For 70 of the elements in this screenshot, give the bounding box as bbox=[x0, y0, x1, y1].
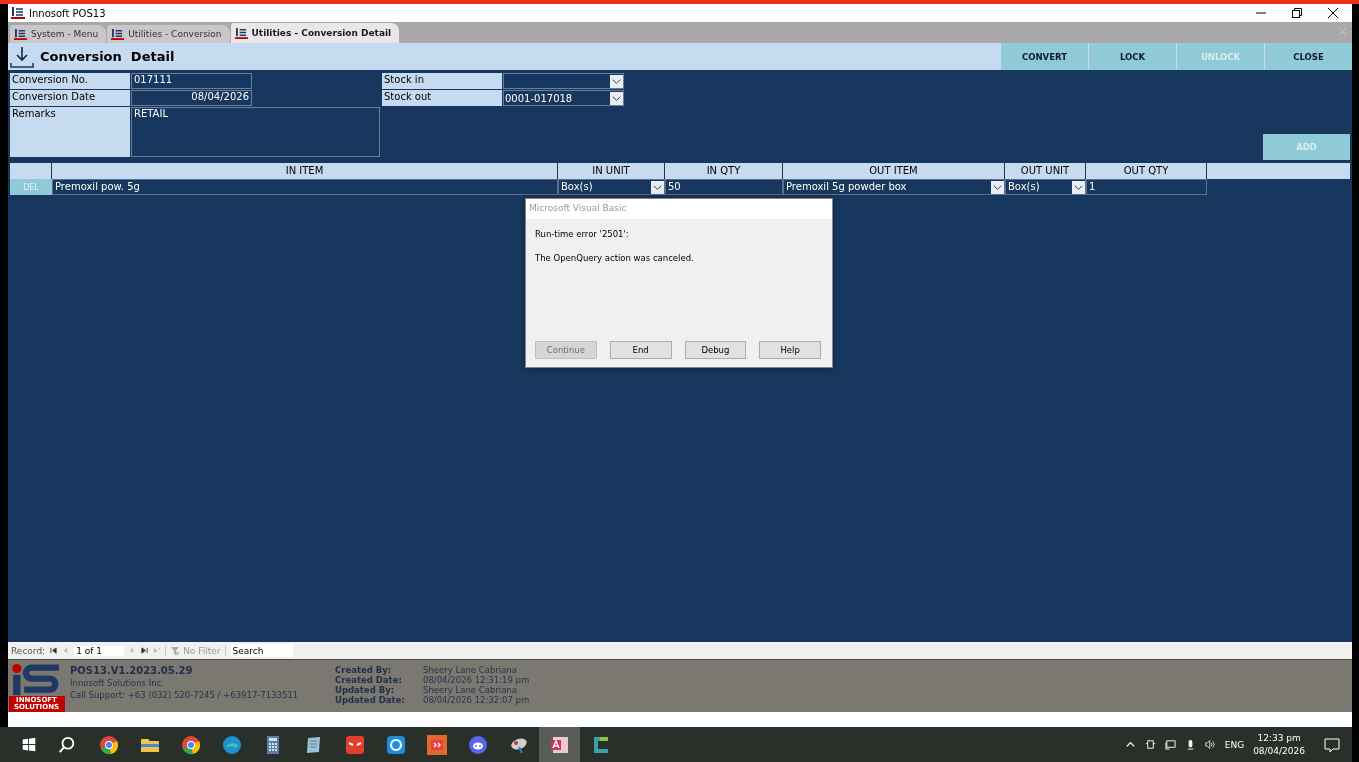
toolbar-button[interactable]: LOCK bbox=[1089, 43, 1176, 70]
document-tab[interactable]: Utilities - Conversion Detail bbox=[230, 23, 400, 43]
volume-icon[interactable] bbox=[1204, 739, 1216, 750]
device-icon[interactable] bbox=[1144, 739, 1156, 750]
audit-value: 08/04/2026 12:32:07 pm bbox=[423, 695, 530, 705]
text-field[interactable]: 017111 bbox=[131, 73, 252, 89]
audit-label: Updated By: bbox=[335, 685, 396, 695]
column-header: OUT QTY bbox=[1086, 163, 1207, 179]
record-position-field[interactable]: 1 of 1 bbox=[74, 645, 125, 656]
filter-icon bbox=[170, 645, 181, 656]
text-field[interactable]: 08/04/2026 bbox=[131, 90, 252, 106]
audit-label: Created By: bbox=[335, 665, 393, 675]
document-tab[interactable]: Utilities - Conversion bbox=[107, 25, 230, 43]
dropdown-field[interactable]: Box(s) bbox=[1005, 179, 1086, 195]
field-label: Stock out bbox=[382, 90, 502, 106]
record-label: Record: bbox=[11, 645, 46, 656]
restore-icon[interactable] bbox=[1292, 8, 1302, 18]
clock[interactable]: 12:33 pm 08/04/2026 bbox=[1253, 731, 1305, 758]
toolbar-button[interactable]: CONVERT bbox=[1001, 43, 1088, 70]
dialog-button[interactable]: Help bbox=[759, 341, 821, 359]
audit-value: Sheery Lane Cabriana bbox=[423, 665, 518, 675]
app-logo-icon bbox=[14, 28, 27, 40]
audit-label: Updated Date: bbox=[335, 695, 406, 705]
table-cell: Premoxil pow. 5g bbox=[52, 179, 558, 195]
audit-value: Sheery Lane Cabriana bbox=[423, 685, 518, 695]
document-tab[interactable]: System - Menu bbox=[10, 25, 107, 43]
last-record-icon[interactable] bbox=[141, 647, 149, 654]
window-title: Innosoft POS13 bbox=[29, 7, 106, 19]
dropdown-field[interactable]: 0001-017018 bbox=[503, 90, 624, 106]
dialog-button[interactable]: End bbox=[609, 341, 672, 359]
audit-value: 08/04/2026 12:31:19 pm bbox=[423, 675, 530, 685]
dropdown-field[interactable] bbox=[503, 73, 624, 89]
app-logo-icon bbox=[111, 28, 125, 40]
chevron-up-icon[interactable] bbox=[1124, 739, 1136, 750]
table-cell: 50 bbox=[665, 179, 783, 195]
search-field[interactable]: Search bbox=[230, 644, 293, 657]
toolbar-button[interactable]: CLOSE bbox=[1265, 43, 1352, 70]
field-label: Remarks bbox=[10, 107, 130, 157]
error-message: The OpenQuery action was canceled. bbox=[535, 253, 695, 263]
notification-icon[interactable] bbox=[1324, 736, 1340, 753]
field-label: Stock in bbox=[382, 73, 502, 89]
close-icon[interactable] bbox=[1328, 8, 1338, 18]
column-header: IN UNIT bbox=[558, 163, 665, 179]
table-cell: 1 bbox=[1086, 179, 1207, 195]
start-icon[interactable] bbox=[20, 735, 38, 754]
support-text: Call Support: +63 (032) 520-7245 / +63917-7133511 bbox=[70, 690, 300, 700]
dialog-title: Microsoft Visual Basic bbox=[526, 199, 832, 219]
audit-label: Created Date: bbox=[335, 675, 403, 685]
company-name: Innosoft Solutions Inc. bbox=[70, 678, 165, 688]
app-logo-icon bbox=[11, 7, 25, 19]
text-field[interactable]: RETAIL bbox=[131, 107, 380, 157]
download-icon bbox=[10, 45, 34, 68]
dropdown-field[interactable]: Box(s) bbox=[558, 179, 665, 195]
version-text: POS13.V1.2023.05.29 bbox=[70, 665, 194, 676]
field-label: Conversion No. bbox=[10, 73, 130, 89]
search-icon[interactable] bbox=[58, 735, 76, 754]
page-title: Conversion Detail bbox=[40, 49, 175, 64]
error-code: Run-time error '2501': bbox=[535, 229, 630, 239]
field-label: Conversion Date bbox=[10, 90, 130, 106]
network-icon[interactable] bbox=[1164, 739, 1176, 750]
first-record-icon[interactable] bbox=[50, 647, 58, 654]
column-header: IN ITEM bbox=[52, 163, 558, 179]
column-header: IN QTY bbox=[665, 163, 783, 179]
column-header: OUT UNIT bbox=[1005, 163, 1086, 179]
app-logo-icon bbox=[234, 27, 248, 39]
database-icon[interactable] bbox=[539, 727, 580, 762]
column-header: OUT ITEM bbox=[783, 163, 1005, 179]
language-indicator[interactable]: ENG bbox=[1224, 739, 1245, 750]
dropdown-field[interactable]: Premoxil 5g powder box bbox=[783, 179, 1005, 195]
dialog-button[interactable]: Debug bbox=[684, 341, 747, 359]
